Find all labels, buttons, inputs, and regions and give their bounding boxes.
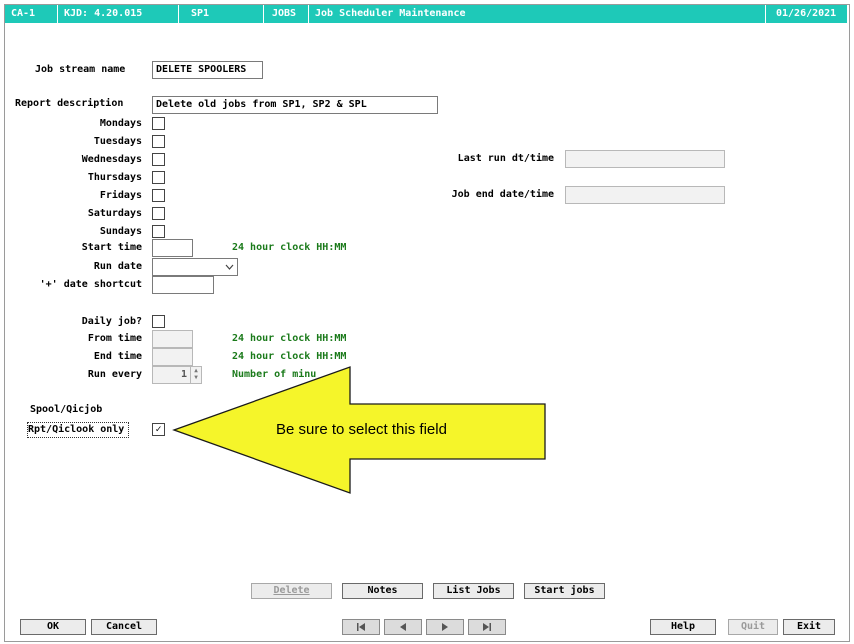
callout-arrow	[172, 366, 546, 494]
cancel-button[interactable]: Cancel	[91, 619, 157, 635]
previous-record-icon[interactable]	[384, 619, 422, 635]
quit-button[interactable]: Quit	[728, 619, 778, 635]
list-jobs-button[interactable]: List Jobs	[433, 583, 514, 599]
exit-button[interactable]: Exit	[783, 619, 835, 635]
next-record-icon[interactable]	[426, 619, 464, 635]
help-button[interactable]: Help	[650, 619, 716, 635]
callout-text: Be sure to select this field	[276, 421, 447, 438]
first-record-icon[interactable]	[342, 619, 380, 635]
delete-button[interactable]: Delete	[251, 583, 332, 599]
last-record-icon[interactable]	[468, 619, 506, 635]
notes-button[interactable]: Notes	[342, 583, 423, 599]
ok-button[interactable]: OK	[20, 619, 86, 635]
start-jobs-button[interactable]: Start jobs	[524, 583, 605, 599]
